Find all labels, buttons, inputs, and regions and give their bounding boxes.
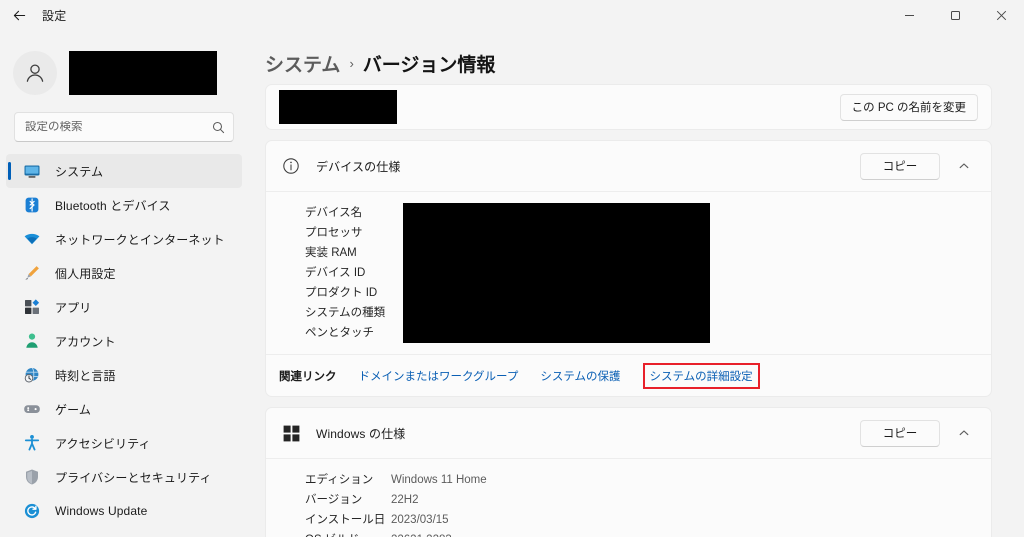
window-title: 設定 (42, 8, 67, 23)
close-button[interactable] (978, 0, 1024, 30)
profile-section[interactable] (0, 30, 248, 100)
spec-label: プロダクト ID (305, 287, 378, 299)
spec-label: プロセッサ (305, 227, 363, 239)
breadcrumb: システム › バージョン情報 (248, 30, 1024, 78)
sidebar-item-label: 時刻と言語 (55, 368, 116, 383)
sidebar-item-label: システム (55, 164, 104, 179)
device-spec-header[interactable]: デバイスの仕様 コピー (266, 141, 991, 191)
update-icon (22, 501, 42, 521)
account-name-redacted (69, 51, 217, 95)
sidebar-item-label: ネットワークとインターネット (55, 232, 225, 247)
sidebar-item-network-internet[interactable]: ネットワークとインターネット (6, 222, 242, 256)
copy-windows-spec-button[interactable]: コピー (860, 419, 940, 447)
spec-label: デバイス名 (305, 207, 363, 219)
spec-label: 実装 RAM (305, 247, 357, 259)
sidebar-item-label: アクセシビリティ (55, 436, 151, 451)
windows-spec-title: Windows の仕様 (316, 426, 406, 441)
wifi-icon (22, 229, 42, 249)
maximize-button[interactable] (932, 0, 978, 30)
sidebar-item-label: Windows Update (55, 504, 148, 518)
sidebar-nav: システム Bluetooth とデバイス ネットワークとインターネット 個人用設… (0, 154, 248, 528)
device-spec-labels: デバイス名 プロセッサ 実装 RAM デバイス ID プロダクト ID システム… (279, 203, 386, 343)
sidebar-item-label: 個人用設定 (55, 266, 116, 281)
shield-icon (22, 467, 42, 487)
windows-spec-value: Windows 11 Home (391, 474, 487, 486)
avatar (13, 51, 57, 95)
sidebar-item-label: Bluetooth とデバイス (55, 198, 171, 213)
sidebar-item-accessibility[interactable]: アクセシビリティ (6, 426, 242, 460)
monitor-icon (22, 161, 42, 181)
pc-name-card: この PC の名前を変更 (265, 84, 992, 130)
sidebar-item-privacy-security[interactable]: プライバシーとセキュリティ (6, 460, 242, 494)
device-spec-body: デバイス名 プロセッサ 実装 RAM デバイス ID プロダクト ID システム… (266, 191, 991, 354)
chevron-up-icon[interactable] (950, 419, 978, 447)
windows-spec-value: 2023/03/15 (391, 514, 449, 526)
pc-name-redacted (279, 90, 397, 124)
breadcrumb-parent[interactable]: システム (265, 50, 340, 77)
account-icon (22, 331, 42, 351)
windows-spec-key: OS ビルド (305, 530, 391, 537)
device-spec-grid: デバイス名 プロセッサ 実装 RAM デバイス ID プロダクト ID システム… (279, 203, 978, 343)
sidebar-item-accounts[interactable]: アカウント (6, 324, 242, 358)
page-title: バージョン情報 (362, 54, 496, 76)
sidebar-item-label: アカウント (55, 334, 116, 349)
device-spec-values-redacted (403, 203, 710, 343)
content-scroll-region[interactable]: この PC の名前を変更 デバイスの仕様 コピー デバイス名 プロセッサ 実装 … (248, 84, 1024, 537)
sidebar-item-label: アプリ (55, 300, 92, 315)
apps-icon (22, 297, 42, 317)
related-links-title: 関連リンク (279, 370, 337, 383)
search-input[interactable] (25, 121, 212, 133)
sidebar-item-label: ゲーム (55, 402, 92, 417)
windows-logo-icon (280, 422, 302, 444)
settings-window: 設定 設定の検索 システム Bluetooth とデバイス ネットワークとインタ… (0, 0, 1024, 537)
sidebar-item-apps[interactable]: アプリ (6, 290, 242, 324)
sidebar-item-windows-update[interactable]: Windows Update (6, 494, 242, 528)
windows-spec-value: 22621.2283 (391, 530, 978, 537)
sidebar-item-bluetooth-devices[interactable]: Bluetooth とデバイス (6, 188, 242, 222)
breadcrumb-separator-icon: › (349, 55, 354, 71)
sidebar-item-personalization[interactable]: 個人用設定 (6, 256, 242, 290)
windows-specifications-card: Windows の仕様 コピー エディション Windows 11 Home バ… (265, 407, 992, 537)
back-button[interactable] (0, 0, 38, 30)
accessibility-icon (22, 433, 42, 453)
link-advanced-system-settings[interactable]: システムの詳細設定 (642, 362, 760, 389)
sidebar-item-gaming[interactable]: ゲーム (6, 392, 242, 426)
spec-label: デバイス ID (305, 267, 366, 279)
rename-pc-button[interactable]: この PC の名前を変更 (839, 93, 978, 121)
windows-spec-key: インストール日 (305, 514, 386, 526)
windows-spec-value: 22H2 (391, 494, 419, 506)
content-area: システム › バージョン情報 この PC の名前を変更 デバイスの仕様 コピー … (248, 30, 1024, 537)
title-bar: 設定 (0, 0, 1024, 30)
sidebar-item-time-language[interactable]: 時刻と言語 (6, 358, 242, 392)
windows-spec-header[interactable]: Windows の仕様 コピー (266, 408, 991, 458)
windows-spec-grid: エディション Windows 11 Home バージョン 22H2 インストール… (279, 470, 978, 537)
related-links-row: 関連リンク ドメインまたはワークグループ システムの保護 システムの詳細設定 (266, 354, 991, 396)
device-specifications-card: デバイスの仕様 コピー デバイス名 プロセッサ 実装 RAM デバイス ID プ… (265, 140, 992, 397)
link-domain-or-workgroup[interactable]: ドメインまたはワークグループ (359, 368, 519, 384)
minimize-button[interactable] (886, 0, 932, 30)
sidebar-item-system[interactable]: システム (6, 154, 242, 188)
spec-label: ペンとタッチ (305, 327, 374, 339)
windows-spec-key: エディション (305, 474, 374, 486)
gamepad-icon (22, 399, 42, 419)
sidebar: システム Bluetooth とデバイス (0, 30, 248, 537)
search-box[interactable] (14, 112, 234, 142)
info-circle-icon (280, 155, 302, 177)
link-system-protection[interactable]: システムの保護 (540, 368, 620, 384)
sidebar-item-label: プライバシーとセキュリティ (55, 470, 212, 485)
windows-spec-key: バージョン (305, 494, 363, 506)
device-spec-title: デバイスの仕様 (316, 159, 401, 174)
search-icon (212, 121, 225, 134)
paintbrush-icon (22, 263, 42, 283)
spec-label: システムの種類 (305, 307, 386, 319)
copy-device-spec-button[interactable]: コピー (860, 152, 940, 180)
chevron-up-icon[interactable] (950, 152, 978, 180)
bluetooth-icon (22, 195, 42, 215)
windows-spec-body: エディション Windows 11 Home バージョン 22H2 インストール… (266, 458, 991, 537)
clock-globe-icon (22, 365, 42, 385)
